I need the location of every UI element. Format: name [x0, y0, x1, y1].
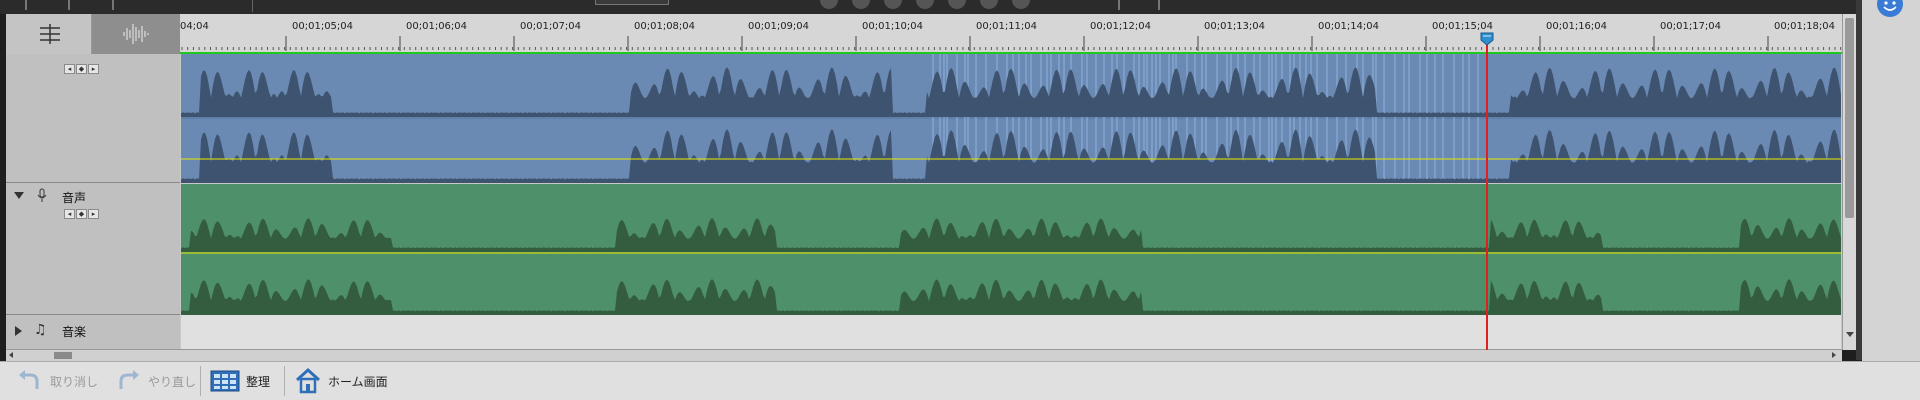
toolbar-tick — [1158, 0, 1160, 10]
ruler-time-label: 00;01;18;04 — [1774, 21, 1836, 32]
ruler-time-label: 00;01;09;04 — [748, 21, 810, 32]
next-keyframe-button[interactable]: ▸ — [88, 209, 99, 219]
keyframe-nav: ◂ ◆ ▸ — [64, 209, 99, 219]
add-keyframe-button[interactable]: ◆ — [76, 209, 87, 219]
ruler-time-label: 00;01;16;04 — [1546, 21, 1608, 32]
waveform-channel-1-floor — [181, 115, 1841, 117]
organize-button[interactable]: 整理 — [210, 362, 270, 400]
toolbar-field[interactable] — [595, 0, 669, 5]
vertical-scroll-thumb[interactable] — [1845, 18, 1854, 218]
toolbar-round-button[interactable] — [1012, 0, 1030, 9]
expand-triangle-icon[interactable] — [15, 326, 22, 336]
feedback-smiley-icon[interactable] — [1876, 0, 1904, 18]
scroll-down-arrow-icon[interactable] — [1846, 332, 1854, 337]
voice-waveform-channel-1-floor — [181, 250, 1841, 252]
ruler-time-label: 00;01;05;04 — [292, 21, 354, 32]
toolbar-tick — [25, 0, 27, 10]
ruler-time-label: 00;01;15;04 — [1432, 21, 1494, 32]
ruler-time-label: 04;04 — [180, 21, 209, 32]
toolbar-round-button[interactable] — [980, 0, 998, 9]
collapse-triangle-icon[interactable] — [14, 192, 24, 199]
ruler-time-label: 00;01;08;04 — [634, 21, 696, 32]
toolbar-tick — [1118, 0, 1120, 10]
toolbar-round-button[interactable] — [852, 0, 870, 9]
toolbar-tick — [112, 0, 114, 10]
ruler-time-label: 00;01;07;04 — [520, 21, 582, 32]
toolbar-round-button[interactable] — [948, 0, 966, 9]
home-label: ホーム画面 — [328, 374, 388, 389]
horizontal-scroll-thumb[interactable] — [54, 352, 72, 359]
track-header-voice[interactable]: 音声 ◂ ◆ ▸ — [6, 183, 180, 315]
side-panel — [1862, 0, 1920, 400]
track-list-icon — [40, 24, 60, 44]
ruler-time-label: 00;01;12;04 — [1090, 21, 1152, 32]
scroll-left-arrow-icon[interactable] — [9, 352, 13, 358]
playhead-line — [1486, 34, 1488, 350]
horizontal-scrollbar[interactable] — [6, 349, 1842, 361]
add-keyframe-button[interactable]: ◆ — [76, 64, 87, 74]
ruler-time-label: 00;01;17;04 — [1660, 21, 1722, 32]
time-ruler[interactable]: 04;04 00;01;05;04 00;01;06;04 00;01;07;04 00… — [180, 14, 1842, 54]
toolbar-round-button[interactable] — [916, 0, 934, 9]
keyframe-nav: ◂ ◆ ▸ — [64, 64, 99, 74]
home-screen-button[interactable]: ホーム画面 — [294, 362, 388, 400]
microphone-icon — [37, 188, 47, 202]
track-headers: ◂ ◆ ▸ 音声 ◂ ◆ ▸ ♫ 音楽 — [6, 54, 180, 349]
ruler-time-label: 00;01;06;04 — [406, 21, 468, 32]
toolbar-tick — [68, 0, 70, 10]
timeline-tracks[interactable] — [181, 54, 1841, 315]
track-header-music[interactable]: ♫ 音楽 — [6, 315, 180, 349]
audio-waveform-view-button[interactable] — [92, 14, 180, 54]
organize-grid-icon — [210, 370, 240, 392]
ruler-minor-ticks — [181, 47, 1842, 50]
ruler-time-label: 00;01;10;04 — [862, 21, 924, 32]
waveform-icon — [123, 24, 149, 44]
audio-clips[interactable] — [181, 54, 1841, 315]
vertical-scrollbar[interactable] — [1842, 14, 1856, 350]
ruler-time-label: 00;01;14;04 — [1318, 21, 1380, 32]
undo-label: 取り消し — [50, 374, 99, 389]
ruler-time-label: 00;01;13;04 — [1204, 21, 1266, 32]
toolbar-separator — [252, 0, 253, 12]
prev-keyframe-button[interactable]: ◂ — [64, 209, 75, 219]
toolbar-round-button[interactable] — [820, 0, 838, 9]
track-name: 音楽 — [62, 325, 87, 339]
redo-label: やり直し — [148, 374, 197, 389]
undo-icon — [19, 370, 39, 389]
undo-button[interactable]: 取り消し — [16, 362, 98, 400]
organize-label: 整理 — [246, 374, 271, 389]
timeline-view-toggle-button[interactable] — [6, 14, 92, 54]
footer-divider — [284, 366, 285, 396]
music-note-icon: ♫ — [34, 322, 47, 338]
top-toolbar-strip — [0, 0, 1920, 14]
ruler-ticks — [180, 36, 1842, 54]
playhead-handle-icon[interactable] — [1480, 32, 1494, 46]
track-header-video-audio[interactable]: ◂ ◆ ▸ — [6, 54, 180, 183]
track-name: 音声 — [62, 191, 87, 205]
toolbar-round-button[interactable] — [884, 0, 902, 9]
waveform-channel-2-floor — [181, 181, 1841, 183]
footer-divider — [200, 366, 201, 396]
scroll-right-arrow-icon[interactable] — [1832, 352, 1836, 358]
redo-button[interactable]: やり直し — [114, 362, 196, 400]
music-track-lane[interactable] — [181, 315, 1841, 349]
prev-keyframe-button[interactable]: ◂ — [64, 64, 75, 74]
bottom-action-bar: 取り消し やり直し 整理 ホーム画面 — [0, 361, 1920, 400]
home-icon — [295, 367, 321, 394]
next-keyframe-button[interactable]: ▸ — [88, 64, 99, 74]
ruler-time-label: 00;01;11;04 — [976, 21, 1038, 32]
redo-icon — [119, 370, 139, 389]
